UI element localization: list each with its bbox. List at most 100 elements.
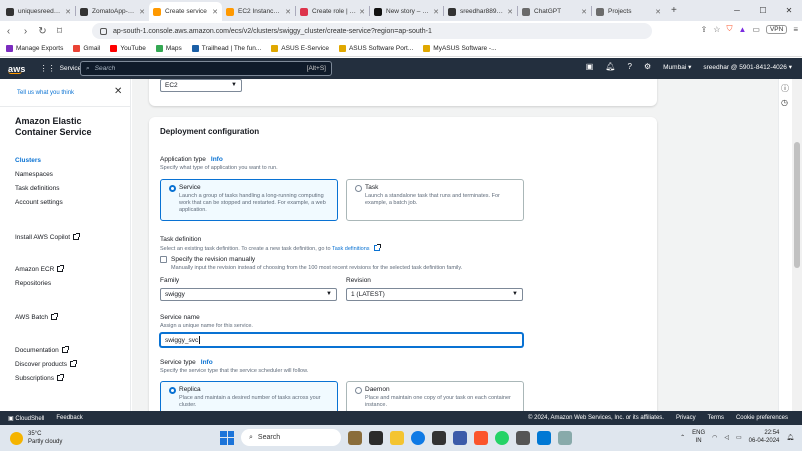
browser-tab[interactable]: Projects ✕ — [592, 2, 665, 21]
brave-icon[interactable] — [474, 430, 488, 445]
services-menu[interactable]: ⋮⋮ Services — [40, 64, 85, 73]
clock[interactable]: 22:54 06-04-2024 — [749, 429, 780, 445]
whatsapp-icon[interactable] — [495, 430, 509, 445]
sidebar-item-subscriptions[interactable]: Subscriptions — [15, 374, 65, 382]
bookmark-item[interactable]: Manage Exports — [6, 45, 63, 52]
brave-shield-icon[interactable]: ⛉ — [726, 24, 732, 34]
close-tab-icon[interactable]: ✕ — [212, 8, 218, 16]
menu-icon[interactable]: ≡ — [793, 25, 798, 34]
feedback-link[interactable]: Tell us what you think — [17, 90, 74, 96]
launch-type-select[interactable]: EC2 ▼ — [160, 79, 242, 92]
privacy-link[interactable]: Privacy — [676, 415, 696, 421]
browser-tab[interactable]: Create role | IAM ✕ — [296, 2, 369, 21]
notification-icon[interactable]: 🔔︎ — [786, 434, 794, 441]
close-tab-icon[interactable]: ✕ — [507, 8, 513, 16]
sidebar-toggle-icon[interactable]: ▭ — [752, 25, 760, 34]
url-field[interactable]: ap-south-1.console.aws.amazon.com/ecs/v2… — [92, 23, 652, 39]
replica-option[interactable]: Replica Place and maintain a desired num… — [160, 381, 338, 411]
sidebar-item-install-aws-copilot[interactable]: Install AWS Copilot — [15, 233, 81, 241]
new-tab-icon[interactable]: + — [665, 5, 683, 16]
bookmark-item[interactable]: ASUS Software Port... — [338, 45, 413, 52]
cloudshell-icon[interactable]: ▣ — [586, 62, 594, 71]
reload-icon[interactable]: ↻ — [34, 26, 51, 37]
close-tab-icon[interactable]: ✕ — [433, 8, 439, 16]
vscode-icon[interactable] — [537, 430, 551, 445]
terms-link[interactable]: Terms — [708, 415, 724, 421]
bookmark-item[interactable]: ASUS E-Service — [271, 45, 329, 52]
browser-tab[interactable]: uniquesreedhar/l ✕ — [2, 2, 75, 21]
info-link[interactable]: Info — [201, 359, 213, 366]
minimize-button[interactable]: ─ — [724, 6, 750, 15]
family-select[interactable]: swiggy ▼ — [160, 288, 337, 301]
language-indicator[interactable]: ENG IN — [692, 429, 705, 445]
weather-widget[interactable]: 35°C Partly cloudy — [10, 430, 62, 446]
browser-tab[interactable]: sreedhar8897/sw✕ — [444, 2, 517, 21]
task-definitions-link[interactable]: Task definitions — [332, 246, 370, 252]
service-option[interactable]: Service Launch a group of tasks handling… — [160, 179, 338, 221]
history-icon[interactable]: ◷ — [781, 98, 788, 107]
site-info-icon[interactable] — [100, 27, 107, 35]
volume-icon[interactable]: ◁ — [724, 434, 729, 441]
maximize-button[interactable]: ☐ — [750, 6, 776, 15]
info-icon[interactable]: ⓘ — [781, 83, 789, 94]
sidebar-item-repositories[interactable]: Repositories — [15, 280, 51, 287]
close-tab-icon[interactable]: ✕ — [655, 8, 661, 16]
scrollbar[interactable] — [792, 79, 802, 411]
forward-icon[interactable]: › — [17, 26, 34, 37]
bookmark-item[interactable]: Maps — [155, 45, 182, 52]
back-icon[interactable]: ‹ — [0, 26, 17, 37]
sidebar-item-amazon-ecr[interactable]: Amazon ECR — [15, 265, 65, 273]
aws-logo[interactable]: aws — [8, 64, 26, 74]
feedback-button[interactable]: Feedback — [56, 415, 82, 421]
browser-tab[interactable]: ChatGPT ✕ — [518, 2, 591, 21]
browser-tab[interactable]: EC2 Instance Cor✕ — [222, 2, 295, 21]
close-tab-icon[interactable]: ✕ — [65, 8, 71, 16]
sidebar-item-namespaces[interactable]: Namespaces — [15, 171, 53, 178]
store-icon[interactable] — [432, 430, 446, 445]
chevron-up-icon[interactable]: ⌃ — [680, 434, 685, 441]
edge-icon[interactable] — [411, 430, 425, 445]
share-icon[interactable]: ⇪ — [701, 25, 708, 34]
task-view-icon[interactable] — [369, 430, 383, 445]
sidebar-item-aws-batch[interactable]: AWS Batch — [15, 313, 58, 321]
widgets-icon[interactable] — [348, 430, 362, 445]
browser-tab[interactable]: ZomatoApp-Clon✕ — [76, 2, 149, 21]
file-explorer-icon[interactable] — [390, 430, 404, 445]
cookie-preferences-link[interactable]: Cookie preferences — [736, 415, 788, 421]
settings-icon[interactable]: ⚙ — [644, 62, 651, 71]
wifi-icon[interactable]: ◠ — [712, 434, 717, 441]
daemon-option[interactable]: Daemon Place and maintain one copy of yo… — [346, 381, 524, 411]
app-icon[interactable] — [453, 430, 467, 445]
taskbar-search[interactable]: ⌕ Search — [241, 429, 341, 446]
notifications-icon[interactable]: 🔔︎ — [605, 62, 615, 71]
bookmark-item[interactable]: MyASUS Software -... — [423, 45, 497, 52]
aws-search-input[interactable]: ⌕ Search [Alt+S] — [80, 61, 332, 76]
brave-rewards-icon[interactable]: ▲ — [738, 25, 746, 34]
revision-select[interactable]: 1 (LATEST) ▼ — [346, 288, 523, 301]
bookmark-item[interactable]: YouTube — [110, 45, 146, 52]
close-tab-icon[interactable]: ✕ — [285, 8, 291, 16]
service-name-input[interactable]: swiggy_svc — [160, 333, 523, 347]
sidebar-item-task-definitions[interactable]: Task definitions — [15, 185, 59, 192]
vpn-button[interactable]: VPN — [765, 24, 788, 34]
star-icon[interactable]: ☆ — [713, 25, 720, 34]
battery-icon[interactable]: ▭ — [736, 434, 742, 441]
close-tab-icon[interactable]: ✕ — [359, 8, 365, 16]
task-option[interactable]: Task Launch a standalone task that runs … — [346, 179, 524, 221]
close-window-button[interactable]: ✕ — [776, 6, 802, 15]
sidebar-item-documentation[interactable]: Documentation — [15, 346, 69, 354]
manual-revision-checkbox[interactable] — [160, 256, 167, 263]
bookmark-icon[interactable]: ⌑ — [51, 26, 68, 37]
browser-tab[interactable]: Create service ✕ — [149, 2, 222, 21]
close-icon[interactable]: ✕ — [114, 86, 122, 97]
windows-start-icon[interactable] — [220, 430, 234, 445]
help-icon[interactable]: ? — [628, 62, 632, 71]
notes-icon[interactable] — [558, 430, 572, 445]
sidebar-item-clusters[interactable]: Clusters — [15, 157, 41, 164]
cloudshell-button[interactable]: ▣ CloudShell — [8, 415, 44, 422]
region-selector[interactable]: Mumbai ▾ — [663, 63, 691, 71]
bookmark-item[interactable]: Gmail — [73, 45, 100, 52]
sidebar-item-account-settings[interactable]: Account settings — [15, 199, 63, 206]
close-tab-icon[interactable]: ✕ — [581, 8, 587, 16]
terminal-icon[interactable] — [516, 430, 530, 445]
